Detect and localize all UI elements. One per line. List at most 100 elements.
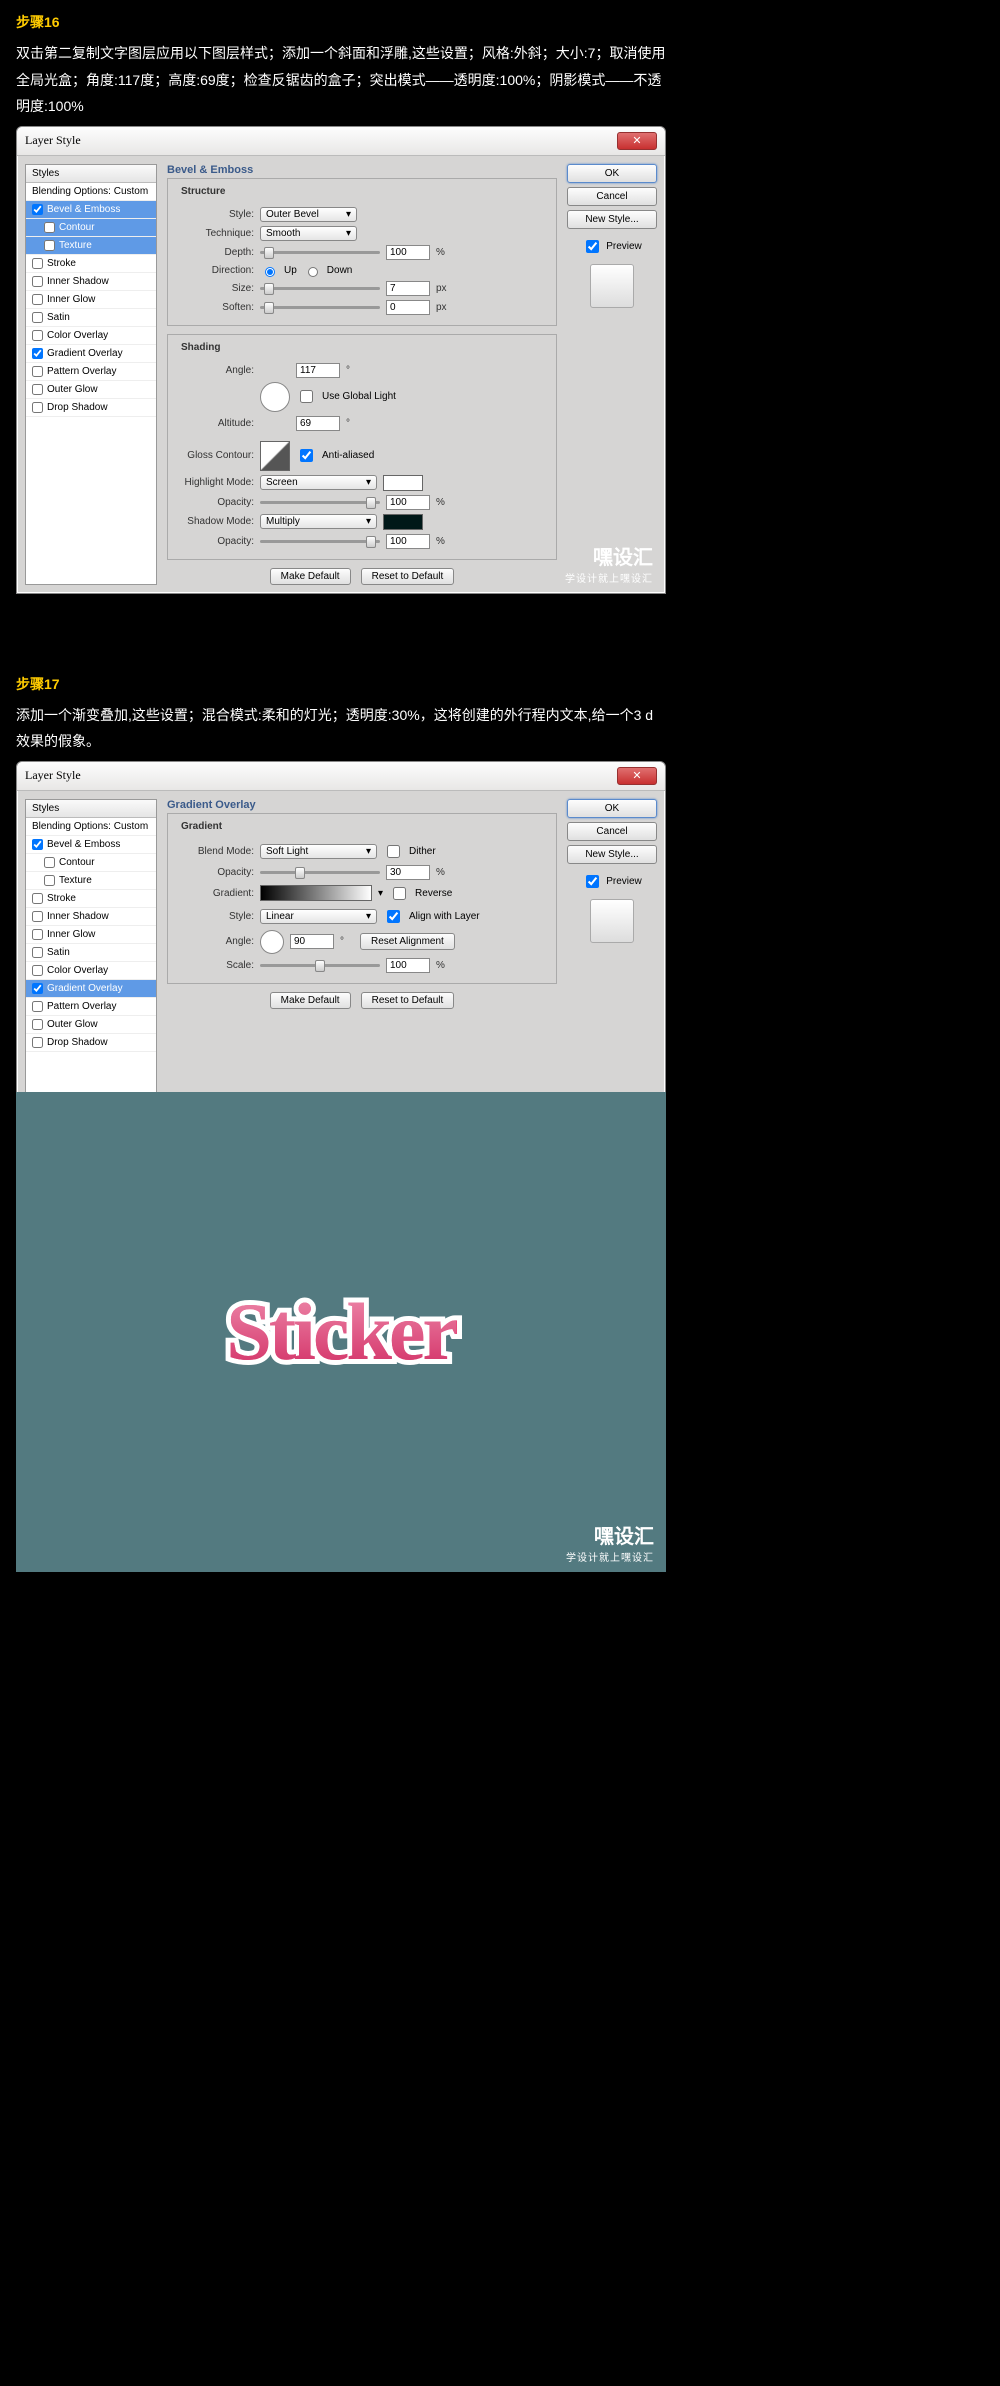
style-pattern-overlay[interactable]: Pattern Overlay <box>26 363 156 381</box>
style-satin[interactable]: Satin <box>26 309 156 327</box>
input-altitude[interactable]: 69 <box>296 416 340 431</box>
style-inner-shadow[interactable]: Inner Shadow <box>26 908 156 926</box>
slider-sopac[interactable] <box>260 540 380 543</box>
dropdown-smode[interactable]: Multiply▾ <box>260 514 377 529</box>
style-contour[interactable]: Contour <box>26 854 156 872</box>
input-size[interactable]: 7 <box>386 281 430 296</box>
style-color-overlay[interactable]: Color Overlay <box>26 962 156 980</box>
make-default-button[interactable]: Make Default <box>270 992 351 1009</box>
style-texture[interactable]: Texture <box>26 872 156 890</box>
angle-dial[interactable] <box>260 382 290 412</box>
chk-texture[interactable] <box>44 875 55 886</box>
input-depth[interactable]: 100 <box>386 245 430 260</box>
chk-grad[interactable] <box>32 983 43 994</box>
make-default-button[interactable]: Make Default <box>270 568 351 585</box>
input-gopac[interactable]: 30 <box>386 865 430 880</box>
style-inner-shadow[interactable]: Inner Shadow <box>26 273 156 291</box>
gradient-swatch[interactable] <box>260 885 372 901</box>
chk-global-light[interactable] <box>300 390 313 403</box>
chk-contour[interactable] <box>44 857 55 868</box>
cancel-button[interactable]: Cancel <box>567 822 657 841</box>
radio-up[interactable] <box>265 267 275 277</box>
chk-contour[interactable] <box>44 222 55 233</box>
slider-size[interactable] <box>260 287 380 290</box>
input-gangle[interactable]: 90 <box>290 934 334 949</box>
chk-align[interactable] <box>387 910 400 923</box>
slider-depth[interactable] <box>260 251 380 254</box>
titlebar[interactable]: Layer Style ✕ <box>17 762 665 791</box>
reset-default-button[interactable]: Reset to Default <box>361 568 455 585</box>
input-scale[interactable]: 100 <box>386 958 430 973</box>
style-drop-shadow[interactable]: Drop Shadow <box>26 399 156 417</box>
blending-options[interactable]: Blending Options: Custom <box>26 818 156 836</box>
chk-preview[interactable] <box>586 240 599 253</box>
style-gradient-overlay[interactable]: Gradient Overlay <box>26 345 156 363</box>
chk-bevel[interactable] <box>32 839 43 850</box>
input-angle[interactable]: 117 <box>296 363 340 378</box>
chk-satin[interactable] <box>32 947 43 958</box>
radio-down[interactable] <box>308 267 318 277</box>
angle-dial[interactable] <box>260 930 284 954</box>
style-drop-shadow[interactable]: Drop Shadow <box>26 1034 156 1052</box>
chk-drop[interactable] <box>32 402 43 413</box>
reset-alignment-button[interactable]: Reset Alignment <box>360 933 455 950</box>
style-outer-glow[interactable]: Outer Glow <box>26 381 156 399</box>
chk-color[interactable] <box>32 965 43 976</box>
chk-stroke[interactable] <box>32 893 43 904</box>
ok-button[interactable]: OK <box>567 799 657 818</box>
input-sopac[interactable]: 100 <box>386 534 430 549</box>
input-soften[interactable]: 0 <box>386 300 430 315</box>
style-stroke[interactable]: Stroke <box>26 255 156 273</box>
chk-antialiased[interactable] <box>300 449 313 462</box>
style-inner-glow[interactable]: Inner Glow <box>26 291 156 309</box>
style-inner-glow[interactable]: Inner Glow <box>26 926 156 944</box>
dropdown-gstyle[interactable]: Linear▾ <box>260 909 377 924</box>
chk-pattern[interactable] <box>32 366 43 377</box>
chk-satin[interactable] <box>32 312 43 323</box>
chk-iglow[interactable] <box>32 294 43 305</box>
cancel-button[interactable]: Cancel <box>567 187 657 206</box>
swatch-highlight[interactable] <box>383 475 423 491</box>
chk-drop[interactable] <box>32 1037 43 1048</box>
dropdown-style[interactable]: Outer Bevel▾ <box>260 207 357 222</box>
style-bevel[interactable]: Bevel & Emboss <box>26 836 156 854</box>
chk-texture[interactable] <box>44 240 55 251</box>
style-outer-glow[interactable]: Outer Glow <box>26 1016 156 1034</box>
chk-dither[interactable] <box>387 845 400 858</box>
slider-hopac[interactable] <box>260 501 380 504</box>
reset-default-button[interactable]: Reset to Default <box>361 992 455 1009</box>
swatch-shadow[interactable] <box>383 514 423 530</box>
input-hopac[interactable]: 100 <box>386 495 430 510</box>
style-texture[interactable]: Texture <box>26 237 156 255</box>
chk-preview[interactable] <box>586 875 599 888</box>
chk-stroke[interactable] <box>32 258 43 269</box>
gloss-contour[interactable] <box>260 441 290 471</box>
chk-color[interactable] <box>32 330 43 341</box>
chk-grad[interactable] <box>32 348 43 359</box>
blending-options[interactable]: Blending Options: Custom <box>26 183 156 201</box>
style-contour[interactable]: Contour <box>26 219 156 237</box>
new-style-button[interactable]: New Style... <box>567 845 657 864</box>
titlebar[interactable]: Layer Style ✕ <box>17 127 665 156</box>
slider-soften[interactable] <box>260 306 380 309</box>
new-style-button[interactable]: New Style... <box>567 210 657 229</box>
dropdown-hmode[interactable]: Screen▾ <box>260 475 377 490</box>
chk-bevel[interactable] <box>32 204 43 215</box>
chk-pattern[interactable] <box>32 1001 43 1012</box>
chk-ishadow[interactable] <box>32 276 43 287</box>
chk-ishadow[interactable] <box>32 911 43 922</box>
style-gradient-overlay[interactable]: Gradient Overlay <box>26 980 156 998</box>
chk-reverse[interactable] <box>393 887 406 900</box>
chk-iglow[interactable] <box>32 929 43 940</box>
ok-button[interactable]: OK <box>567 164 657 183</box>
dropdown-technique[interactable]: Smooth▾ <box>260 226 357 241</box>
style-bevel[interactable]: Bevel & Emboss <box>26 201 156 219</box>
close-icon[interactable]: ✕ <box>617 767 657 785</box>
slider-scale[interactable] <box>260 964 380 967</box>
style-stroke[interactable]: Stroke <box>26 890 156 908</box>
style-satin[interactable]: Satin <box>26 944 156 962</box>
close-icon[interactable]: ✕ <box>617 132 657 150</box>
slider-gopac[interactable] <box>260 871 380 874</box>
chk-oglow[interactable] <box>32 384 43 395</box>
style-color-overlay[interactable]: Color Overlay <box>26 327 156 345</box>
